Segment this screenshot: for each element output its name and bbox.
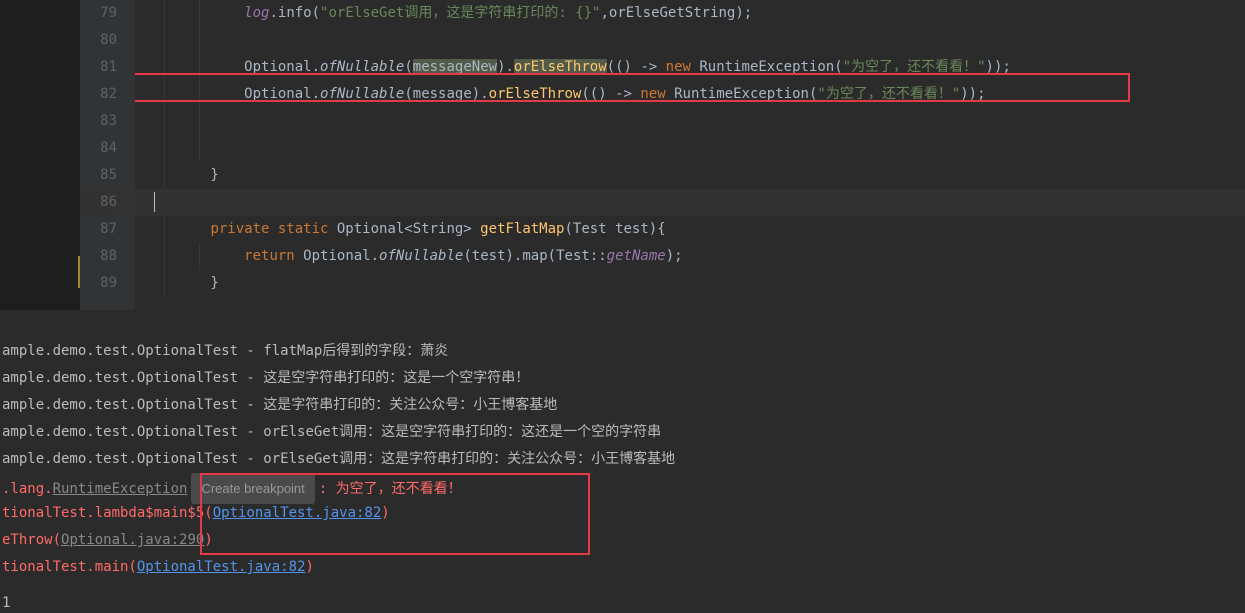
line-number[interactable]: 81 [80,54,117,81]
console-output-line: ample.demo.test.OptionalTest - 这是空字符串打印的… [2,365,1245,392]
line-number-gutter[interactable]: 79 80 81 82 83 84 85 86 87 88 89 [80,0,135,310]
line-number[interactable]: 79 [80,0,117,27]
console-error-line: .lang.RuntimeExceptionCreate breakpoint:… [2,473,1245,500]
line-number[interactable]: 84 [80,135,117,162]
code-line[interactable]: } [135,270,1245,297]
code-line[interactable] [135,108,1245,135]
project-sidebar-collapsed [0,0,80,310]
source-link[interactable]: OptionalTest.java:82 [137,559,306,575]
code-line[interactable]: Optional.ofNullable(messageNew).orElseTh… [135,54,1245,81]
line-number[interactable]: 88 [80,243,117,270]
line-number[interactable]: 89 [80,270,117,297]
source-link[interactable]: OptionalTest.java:82 [213,505,382,521]
code-line[interactable]: log.info("orElseGet调用，这是字符串打印的: {}",orEl… [135,0,1245,27]
console-stack-line: tionalTest.lambda$main$5(OptionalTest.ja… [2,500,1245,527]
console-stack-line: tionalTest.main(OptionalTest.java:82) [2,554,1245,581]
line-number[interactable]: 80 [80,27,117,54]
code-editor[interactable]: 79 80 81 82 83 84 85 86 87 88 89 log.inf… [0,0,1245,310]
run-console[interactable]: ample.demo.test.OptionalTest - flatMap后得… [0,310,1245,613]
line-number[interactable]: 83 [80,108,117,135]
line-number[interactable]: 86 [80,189,117,216]
code-line[interactable]: private static Optional<String> getFlatM… [135,216,1245,243]
line-number[interactable]: 85 [80,162,117,189]
code-line[interactable]: return Optional.ofNullable(test).map(Tes… [135,243,1245,270]
line-number[interactable]: 87 [80,216,117,243]
code-line[interactable] [135,27,1245,54]
code-line[interactable]: Optional.ofNullable(message).orElseThrow… [135,81,1245,108]
code-line[interactable]: } [135,162,1245,189]
console-output-line: ample.demo.test.OptionalTest - orElseGet… [2,446,1245,473]
console-output-line: ample.demo.test.OptionalTest - flatMap后得… [2,338,1245,365]
console-output-line: ample.demo.test.OptionalTest - orElseGet… [2,419,1245,446]
exception-link[interactable]: RuntimeException [53,481,188,497]
code-content[interactable]: log.info("orElseGet调用，这是字符串打印的: {}",orEl… [135,0,1245,310]
console-output-line: ample.demo.test.OptionalTest - 这是字符串打印的：… [2,392,1245,419]
console-footer: 1 [2,595,10,611]
source-link[interactable]: Optional.java:290 [61,532,204,548]
line-number[interactable]: 82 [80,81,117,108]
code-line-current[interactable] [135,189,1245,216]
console-stack-line: eThrow(Optional.java:290) [2,527,1245,554]
code-line[interactable] [135,135,1245,162]
text-cursor [154,192,155,212]
